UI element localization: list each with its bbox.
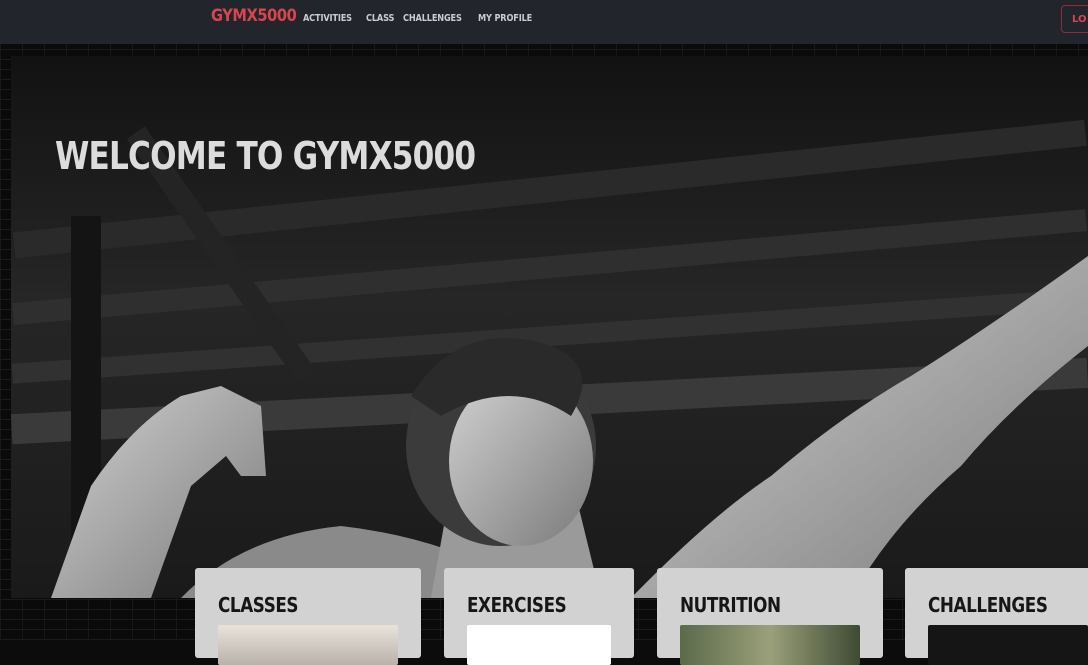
hero-image: WELCOME TO GYMX5000 xyxy=(11,56,1088,598)
card-title: CHALLENGES xyxy=(928,593,1048,617)
nav-link-my-profile[interactable]: MY PROFILE xyxy=(478,13,532,24)
brand-logo[interactable]: GYMX5000 xyxy=(211,6,297,26)
nav-link-class[interactable]: CLASS xyxy=(366,13,394,24)
top-navbar: GYMX5000 ACTIVITIES CLASS CHALLENGES MY … xyxy=(0,0,1088,44)
card-image xyxy=(467,625,611,665)
card-challenges[interactable]: CHALLENGES xyxy=(905,568,1088,665)
card-image xyxy=(680,625,860,665)
hero-title: WELCOME TO GYMX5000 xyxy=(55,134,476,178)
card-nutrition[interactable]: NUTRITION xyxy=(657,568,883,665)
login-button[interactable]: LO xyxy=(1061,5,1088,33)
card-title: EXERCISES xyxy=(467,593,567,617)
nav-link-activities[interactable]: ACTIVITIES xyxy=(303,13,352,24)
card-classes[interactable]: CLASSES xyxy=(195,568,421,665)
nav-links: ACTIVITIES CLASS CHALLENGES MY PROFILE xyxy=(303,13,536,24)
card-image xyxy=(218,625,398,665)
card-image xyxy=(928,625,1088,665)
card-exercises[interactable]: EXERCISES xyxy=(444,568,634,665)
nav-link-challenges[interactable]: CHALLENGES xyxy=(403,13,462,24)
card-title: CLASSES xyxy=(218,593,299,617)
card-title: NUTRITION xyxy=(680,593,781,617)
